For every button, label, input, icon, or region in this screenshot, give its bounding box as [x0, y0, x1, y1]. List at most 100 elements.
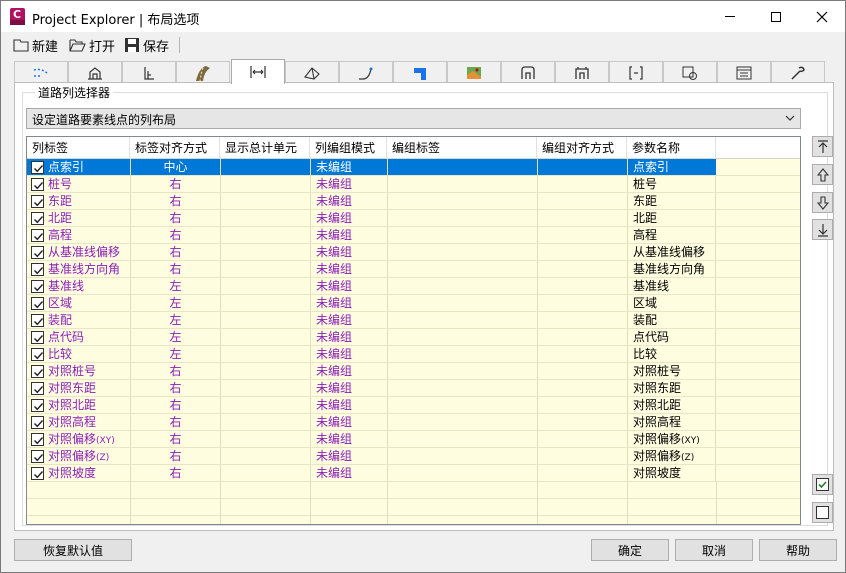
move-up-button[interactable]	[812, 164, 833, 185]
tab-cross-section[interactable]	[68, 61, 122, 83]
table-row[interactable]: 对照北距 右 未编组 对照北距	[27, 397, 800, 414]
row-checkbox[interactable]	[31, 399, 44, 412]
label-alignment-cell[interactable]: 右	[130, 465, 220, 481]
tab-target[interactable]	[663, 61, 717, 83]
show-total-cell[interactable]	[220, 244, 310, 260]
group-label-cell[interactable]	[387, 448, 537, 464]
minimize-button[interactable]	[707, 1, 753, 32]
group-label-cell[interactable]	[387, 227, 537, 243]
row-checkbox[interactable]	[31, 229, 44, 242]
tab-structure[interactable]	[501, 61, 555, 83]
tab-pipe[interactable]	[393, 61, 447, 83]
group-alignment-cell[interactable]	[537, 210, 627, 226]
row-checkbox[interactable]	[31, 246, 44, 259]
table-row[interactable]: 北距 右 未编组 北距	[27, 210, 800, 227]
row-checkbox[interactable]	[31, 331, 44, 344]
table-row[interactable]: 对照偏移(XY) 右未编组 对照偏移(XY)	[27, 431, 800, 448]
label-alignment-cell[interactable]: 右	[130, 397, 220, 413]
group-label-cell[interactable]	[387, 261, 537, 277]
group-label-cell[interactable]	[387, 465, 537, 481]
column-grid[interactable]: 列标签 标签对齐方式 显示总计单元 列编组模式 编组标签 编组对齐方式 参数名称…	[26, 136, 801, 525]
close-button[interactable]	[799, 1, 845, 32]
label-alignment-cell[interactable]: 左	[130, 278, 220, 294]
table-row[interactable]: 点索引 中心 未编组 点索引	[27, 159, 800, 176]
group-alignment-cell[interactable]	[537, 448, 627, 464]
tab-list-panel[interactable]	[717, 61, 771, 83]
label-alignment-cell[interactable]: 左	[130, 312, 220, 328]
row-checkbox[interactable]	[31, 348, 44, 361]
group-label-cell[interactable]	[387, 244, 537, 260]
row-checkbox[interactable]	[31, 433, 44, 446]
row-checkbox[interactable]	[31, 297, 44, 310]
group-alignment-cell[interactable]	[537, 380, 627, 396]
tab-structure-alt[interactable]	[555, 61, 609, 83]
group-alignment-cell[interactable]	[537, 227, 627, 243]
header-column-label[interactable]: 列标签	[27, 137, 130, 159]
group-label-cell[interactable]	[387, 329, 537, 345]
header-group-alignment[interactable]: 编组对齐方式	[537, 137, 627, 159]
label-alignment-cell[interactable]: 左	[130, 295, 220, 311]
help-button[interactable]: 帮助	[759, 539, 837, 561]
layout-combobox[interactable]: 设定道路要素线点的列布局	[26, 108, 801, 129]
group-label-cell[interactable]	[387, 176, 537, 192]
show-total-cell[interactable]	[220, 210, 310, 226]
group-label-cell[interactable]	[387, 312, 537, 328]
show-total-cell[interactable]	[220, 329, 310, 345]
group-mode-cell[interactable]: 未编组	[310, 193, 387, 209]
group-alignment-cell[interactable]	[537, 295, 627, 311]
tab-offset[interactable]	[231, 59, 285, 84]
show-total-cell[interactable]	[220, 176, 310, 192]
tab-road-lane[interactable]	[176, 61, 230, 83]
show-total-cell[interactable]	[220, 346, 310, 362]
table-row[interactable]: 对照东距 右 未编组 对照东距	[27, 380, 800, 397]
show-total-cell[interactable]	[220, 397, 310, 413]
table-row[interactable]: 基准线 左 未编组 基准线	[27, 278, 800, 295]
group-alignment-cell[interactable]	[537, 346, 627, 362]
label-alignment-cell[interactable]: 右	[130, 414, 220, 430]
group-mode-cell[interactable]: 未编组	[310, 448, 387, 464]
show-total-cell[interactable]	[220, 431, 310, 447]
group-mode-cell[interactable]: 未编组	[310, 414, 387, 430]
tab-curve[interactable]	[339, 61, 393, 83]
table-row[interactable]: 点代码 左 未编组 点代码	[27, 329, 800, 346]
group-mode-cell[interactable]: 未编组	[310, 210, 387, 226]
label-alignment-cell[interactable]: 右	[130, 448, 220, 464]
show-total-cell[interactable]	[220, 227, 310, 243]
show-total-cell[interactable]	[220, 295, 310, 311]
group-alignment-cell[interactable]	[537, 193, 627, 209]
tab-settings[interactable]	[771, 61, 825, 83]
group-label-cell[interactable]	[387, 431, 537, 447]
group-label-cell[interactable]	[387, 210, 537, 226]
tab-alignment[interactable]	[14, 61, 68, 83]
group-mode-cell[interactable]: 未编组	[310, 363, 387, 379]
group-alignment-cell[interactable]	[537, 312, 627, 328]
show-total-cell[interactable]	[220, 159, 310, 175]
table-row[interactable]: 对照坡度 右 未编组 对照坡度	[27, 465, 800, 482]
group-alignment-cell[interactable]	[537, 465, 627, 481]
group-mode-cell[interactable]: 未编组	[310, 346, 387, 362]
header-show-total[interactable]: 显示总计单元	[220, 137, 310, 159]
header-label-alignment[interactable]: 标签对齐方式	[130, 137, 220, 159]
tab-map[interactable]	[447, 61, 501, 83]
group-mode-cell[interactable]: 未编组	[310, 295, 387, 311]
label-alignment-cell[interactable]: 右	[130, 431, 220, 447]
group-mode-cell[interactable]: 未编组	[310, 465, 387, 481]
row-checkbox[interactable]	[31, 195, 44, 208]
group-label-cell[interactable]	[387, 380, 537, 396]
save-button[interactable]: 保存	[124, 35, 169, 55]
group-alignment-cell[interactable]	[537, 431, 627, 447]
row-checkbox[interactable]	[31, 280, 44, 293]
label-alignment-cell[interactable]: 右	[130, 176, 220, 192]
group-label-cell[interactable]	[387, 346, 537, 362]
group-mode-cell[interactable]: 未编组	[310, 397, 387, 413]
group-mode-cell[interactable]: 未编组	[310, 329, 387, 345]
group-mode-cell[interactable]: 未编组	[310, 227, 387, 243]
table-row[interactable]: 对照桩号 右 未编组 对照桩号	[27, 363, 800, 380]
tab-surface[interactable]	[285, 61, 339, 83]
show-total-cell[interactable]	[220, 312, 310, 328]
group-mode-cell[interactable]: 未编组	[310, 176, 387, 192]
group-mode-cell[interactable]: 未编组	[310, 261, 387, 277]
label-alignment-cell[interactable]: 右	[130, 227, 220, 243]
table-row[interactable]: 基准线方向角 右 未编组 基准线方向角	[27, 261, 800, 278]
label-alignment-cell[interactable]: 中心	[130, 159, 220, 175]
